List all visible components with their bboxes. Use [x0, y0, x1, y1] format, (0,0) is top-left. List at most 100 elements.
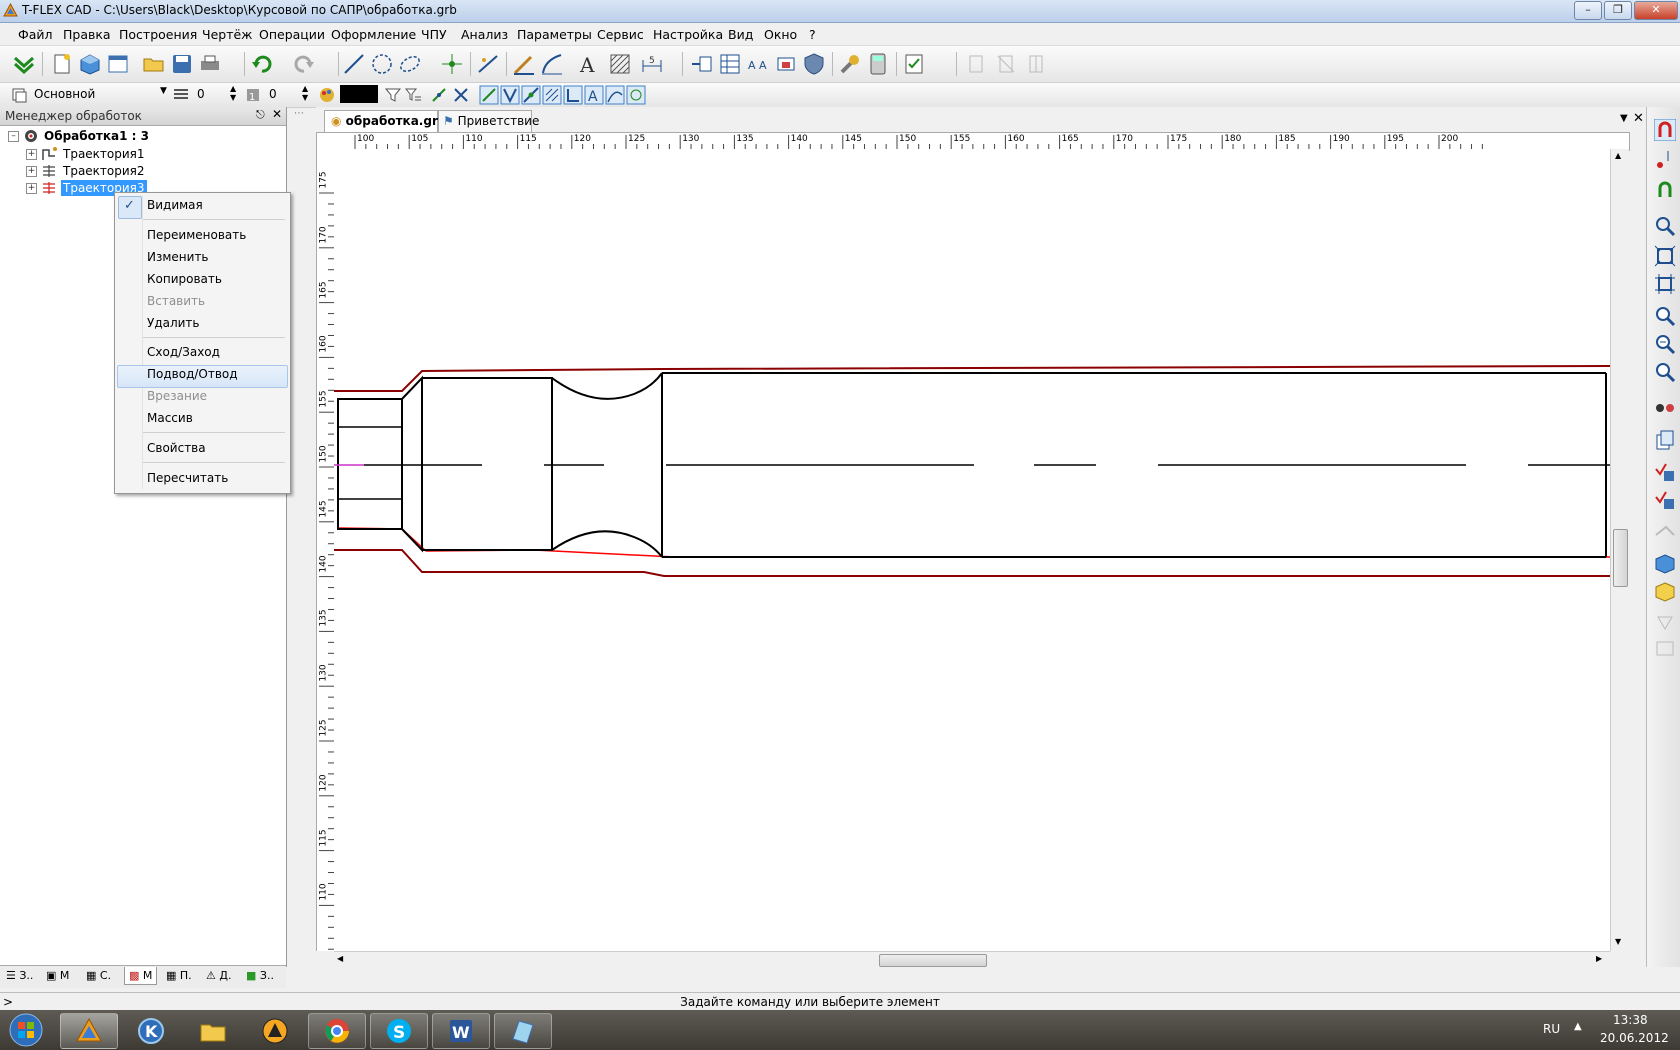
- save-icon[interactable]: [170, 52, 194, 76]
- drawing-canvas[interactable]: [334, 149, 1611, 951]
- tray-expand-icon[interactable]: ▲: [1574, 1021, 1582, 1032]
- taskbar-chrome[interactable]: [308, 1013, 366, 1049]
- block-tool-icon[interactable]: [774, 52, 798, 76]
- language-indicator[interactable]: RU: [1543, 1022, 1560, 1036]
- tab-welcome[interactable]: ⚑ Приветствие: [438, 110, 539, 132]
- cube-view-icon[interactable]: [1654, 553, 1676, 575]
- calculator-icon[interactable]: [866, 52, 890, 76]
- clock-time[interactable]: 13:38: [1613, 1013, 1648, 1027]
- zoom-page-icon[interactable]: [1654, 273, 1676, 295]
- zoom-out-icon[interactable]: [1654, 333, 1676, 355]
- new-3d-icon[interactable]: [78, 52, 102, 76]
- menu-service[interactable]: Сервис: [597, 27, 644, 42]
- menu-item-recalculate[interactable]: Пересчитать: [147, 471, 228, 485]
- pin-icon[interactable]: ⎋: [256, 108, 265, 122]
- menu-settings[interactable]: Настройка: [653, 27, 723, 42]
- color-swatch[interactable]: [340, 85, 378, 103]
- menu-construct[interactable]: Построения: [119, 27, 197, 42]
- taskbar-word[interactable]: W: [432, 1013, 490, 1049]
- tab-s[interactable]: ▦ С.: [86, 969, 111, 982]
- tab-list-icon[interactable]: ▼: [1620, 113, 1628, 124]
- sketch-tool-icon[interactable]: [540, 52, 564, 76]
- zoom-previous-icon[interactable]: [1654, 361, 1676, 383]
- maximize-button[interactable]: ❐: [1604, 1, 1632, 20]
- close-icon[interactable]: ✕: [272, 107, 282, 121]
- menu-item-delete[interactable]: Удалить: [147, 316, 200, 330]
- collapse-icon[interactable]: –: [8, 131, 19, 142]
- menu-analysis[interactable]: Анализ: [461, 27, 508, 42]
- hatch-tool-icon[interactable]: [608, 52, 632, 76]
- menu-item-edit[interactable]: Изменить: [147, 250, 209, 264]
- ellipse-tool-icon[interactable]: [398, 52, 422, 76]
- snap-middle-icon[interactable]: [521, 85, 541, 105]
- fragment-tool-icon[interactable]: [690, 52, 714, 76]
- text-tool-icon[interactable]: A: [576, 52, 600, 76]
- chevron-down-icon[interactable]: ▼: [160, 86, 167, 96]
- vertical-scroll-thumb[interactable]: [1613, 529, 1628, 587]
- redo-icon[interactable]: [292, 52, 316, 76]
- menu-parameters[interactable]: Параметры: [517, 27, 592, 42]
- expand-icon[interactable]: +: [26, 166, 37, 177]
- taskbar-kompas[interactable]: K: [122, 1013, 180, 1049]
- zoom-window-icon[interactable]: [1654, 215, 1676, 237]
- tab-d[interactable]: ⚠ Д.: [206, 969, 231, 982]
- scroll-down-icon[interactable]: ▼: [1615, 937, 1621, 946]
- menu-item-rename[interactable]: Переименовать: [147, 228, 246, 242]
- taskbar-skype[interactable]: S: [370, 1013, 428, 1049]
- filter-list-icon[interactable]: [404, 86, 422, 104]
- menu-window[interactable]: Окно: [764, 27, 797, 42]
- zoom-in-icon[interactable]: [1654, 305, 1676, 327]
- magnet-green-icon[interactable]: [1654, 179, 1676, 201]
- shield-icon[interactable]: [802, 52, 826, 76]
- menu-edit[interactable]: Правка: [63, 27, 111, 42]
- snap-icon[interactable]: [430, 86, 448, 104]
- menu-drawing[interactable]: Чертёж: [202, 27, 252, 42]
- expand-icon[interactable]: +: [26, 149, 37, 160]
- menu-item-copy[interactable]: Копировать: [147, 272, 222, 286]
- horizontal-scrollbar[interactable]: ◀ ▶: [334, 951, 1610, 968]
- scroll-right-icon[interactable]: ▶: [1596, 954, 1602, 963]
- close-button[interactable]: ✕: [1634, 1, 1678, 20]
- trim-tool-icon[interactable]: [476, 52, 500, 76]
- pen-tool-icon[interactable]: [512, 52, 536, 76]
- spinner-icon[interactable]: ▲ ▼: [230, 84, 236, 102]
- color-palette-icon[interactable]: [318, 86, 336, 104]
- magnet-icon[interactable]: [1654, 119, 1676, 141]
- menu-item-approach-retract[interactable]: Подвод/Отвод: [147, 367, 238, 381]
- line-tool-icon[interactable]: [342, 52, 366, 76]
- table-tool-icon[interactable]: [718, 52, 742, 76]
- start-button-icon[interactable]: [4, 1012, 48, 1048]
- layer-select[interactable]: Основной: [34, 87, 95, 101]
- tab-p[interactable]: ▦ П.: [166, 969, 192, 982]
- minimize-button[interactable]: –: [1574, 1, 1602, 20]
- expand-icon[interactable]: +: [26, 183, 37, 194]
- snap-icon[interactable]: [452, 86, 470, 104]
- menu-item-properties[interactable]: Свойства: [147, 441, 206, 455]
- snap-text-icon[interactable]: A: [584, 85, 604, 105]
- scroll-left-icon[interactable]: ◀: [337, 954, 343, 963]
- circle-tool-icon[interactable]: [370, 52, 394, 76]
- menu-file[interactable]: Файл: [18, 27, 53, 42]
- menu-item-visible[interactable]: Видимая: [147, 198, 203, 212]
- splitter-grip[interactable]: ⋯: [294, 108, 304, 119]
- glasses-icon[interactable]: [1654, 397, 1676, 419]
- snap-end-icon[interactable]: [500, 85, 520, 105]
- menu-view[interactable]: Вид: [728, 27, 753, 42]
- checklist-icon[interactable]: [902, 52, 926, 76]
- check-cube-icon[interactable]: [1654, 461, 1676, 483]
- close-document-icon[interactable]: ✕: [1633, 111, 1644, 126]
- align-tool-icon[interactable]: A A: [746, 52, 770, 76]
- level-field[interactable]: 0: [269, 87, 277, 101]
- tab-m1[interactable]: ▣ М: [46, 969, 69, 982]
- snap-point-icon[interactable]: [1654, 149, 1676, 171]
- menu-item-exit-entry[interactable]: Сход/Заход: [147, 345, 220, 359]
- check-cube-icon[interactable]: [1654, 489, 1676, 511]
- snap-center-icon[interactable]: [626, 85, 646, 105]
- menu-operations[interactable]: Операции: [259, 27, 325, 42]
- filter-icon[interactable]: [384, 86, 402, 104]
- horizontal-scroll-thumb[interactable]: [879, 954, 987, 967]
- cube-yellow-icon[interactable]: [1654, 581, 1676, 603]
- vertical-scrollbar[interactable]: ▲ ▼: [1610, 149, 1629, 951]
- tab-document-active[interactable]: ◉ обработка.grb: [324, 110, 446, 132]
- taskbar-explorer[interactable]: [184, 1013, 242, 1049]
